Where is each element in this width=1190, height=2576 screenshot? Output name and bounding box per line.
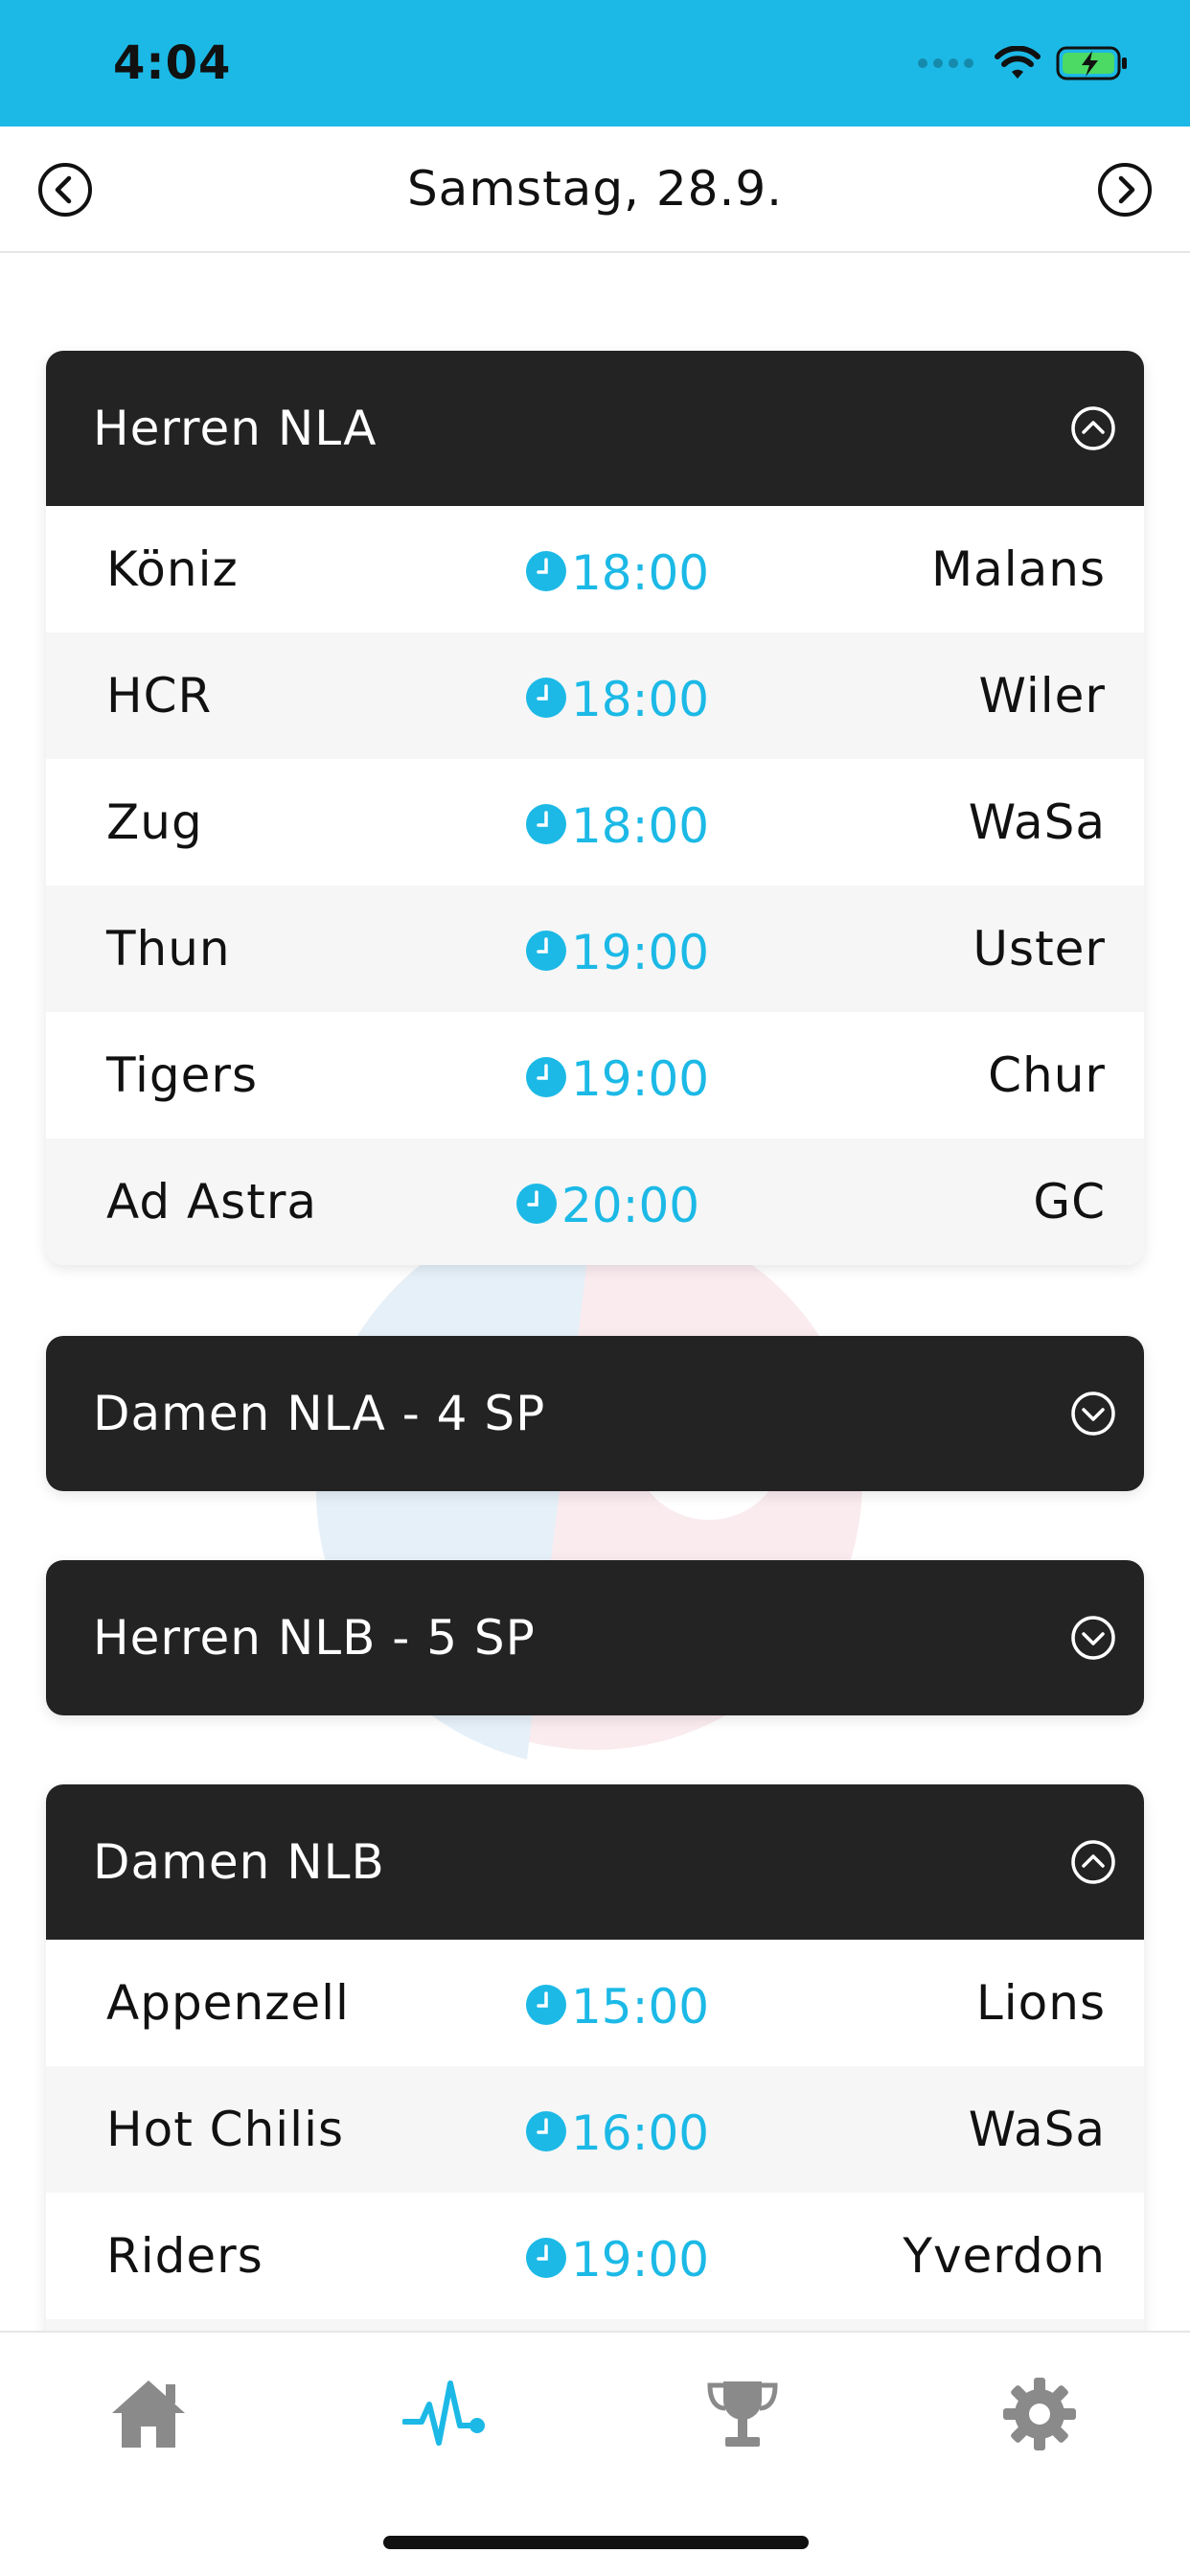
match-row[interactable]: Riders 19:00 Yverdon [46, 2193, 1144, 2319]
chevron-right-circle-icon [1098, 163, 1152, 217]
match-time: 19:00 [571, 925, 710, 980]
tab-settings[interactable] [996, 2371, 1083, 2457]
match-time: 18:00 [571, 672, 710, 727]
schedule-content[interactable]: Herren NLA Köniz 18:00 Malans HCR 18:00 [0, 255, 1190, 2331]
status-time: 4:04 [113, 36, 232, 90]
clock-icon [526, 551, 566, 591]
league-card: Herren NLB - 5 SP [46, 1560, 1144, 1715]
league-title: Herren NLA [93, 401, 378, 456]
chevron-up-circle-icon[interactable] [1069, 404, 1117, 452]
home-indicator [383, 2536, 809, 2549]
match-row[interactable]: HCR 18:00 Wiler [46, 632, 1144, 759]
match-list: Köniz 18:00 Malans HCR 18:00 Wiler Zug 1… [46, 506, 1144, 1265]
chevron-down-circle-icon[interactable] [1069, 1390, 1117, 1438]
pulse-icon [402, 2380, 485, 2446]
tab-trophy[interactable] [699, 2371, 786, 2457]
match-row[interactable]: Ad Astra 20:00 GC [46, 1138, 1144, 1265]
match-time-wrap: 15:00 [525, 1940, 709, 2066]
match-row[interactable]: Zug 18:00 WaSa [46, 759, 1144, 886]
clock-icon [526, 931, 566, 971]
match-time-wrap: 18:00 [525, 506, 709, 632]
match-time: 15:00 [571, 1979, 710, 2035]
league-header[interactable]: Herren NLB - 5 SP [46, 1560, 1144, 1715]
match-list: Appenzell 15:00 Lions Hot Chilis 16:00 W… [46, 1940, 1144, 2331]
battery-charging-icon [1056, 46, 1127, 80]
league-header[interactable]: Damen NLB [46, 1784, 1144, 1940]
home-icon [112, 2380, 185, 2448]
status-icons [918, 42, 1129, 84]
league-card: Damen NLA - 4 SP [46, 1336, 1144, 1491]
match-time-wrap: 19:00 [525, 886, 709, 1012]
league-card: Herren NLA Köniz 18:00 Malans HCR 18:00 [46, 351, 1144, 1265]
match-row[interactable]: Köniz 18:00 Malans [46, 506, 1144, 632]
clock-icon [526, 804, 566, 844]
match-time-wrap: 19:00 [525, 2193, 709, 2319]
chevron-down-circle-icon[interactable] [1069, 1614, 1117, 1662]
match-row[interactable]: Appenzell 15:00 Lions [46, 1940, 1144, 2066]
tab-home[interactable] [105, 2371, 192, 2457]
match-time: 20:00 [561, 1178, 700, 1233]
chevron-up-circle-icon[interactable] [1069, 1838, 1117, 1886]
tab-live[interactable] [402, 2371, 489, 2457]
match-time: 16:00 [571, 2105, 710, 2161]
match-time: 19:00 [571, 1051, 710, 1107]
clock-icon [526, 1985, 566, 2025]
league-title: Damen NLA - 4 SP [93, 1386, 546, 1441]
match-time-wrap: 19:00 [525, 1012, 709, 1138]
match-row[interactable]: Hot Chilis 16:00 WaSa [46, 2066, 1144, 2193]
wifi-icon [995, 46, 1041, 79]
league-header[interactable]: Herren NLA [46, 351, 1144, 506]
match-time-wrap: 20:00 [515, 1138, 699, 1265]
clock-icon [516, 1184, 557, 1224]
match-time-wrap: 18:00 [525, 632, 709, 759]
clock-icon [526, 1057, 566, 1097]
next-day-button[interactable] [1096, 161, 1154, 218]
match-row[interactable]: Tigers 19:00 Chur [46, 1012, 1144, 1138]
clock-icon [526, 2238, 566, 2278]
date-header: Samstag, 28.9. [0, 126, 1190, 253]
gear-icon [1003, 2378, 1076, 2450]
cellular-dots-icon [918, 58, 973, 68]
match-time: 18:00 [571, 798, 710, 854]
match-row[interactable] [46, 2319, 1144, 2331]
league-card: Damen NLB Appenzell 15:00 Lions Hot Chil… [46, 1784, 1144, 2331]
trophy-icon [707, 2381, 778, 2447]
status-bar: 4:04 [0, 0, 1190, 126]
match-time-wrap: 18:00 [525, 759, 709, 886]
match-time: 18:00 [571, 545, 710, 601]
match-time-wrap: 16:00 [525, 2066, 709, 2193]
league-header[interactable]: Damen NLA - 4 SP [46, 1336, 1144, 1491]
date-title: Samstag, 28.9. [406, 161, 784, 217]
clock-icon [526, 2111, 566, 2151]
clock-icon [526, 678, 566, 718]
match-time: 19:00 [571, 2232, 710, 2288]
league-title: Damen NLB [93, 1834, 385, 1890]
match-row[interactable]: Thun 19:00 Uster [46, 886, 1144, 1012]
league-title: Herren NLB - 5 SP [93, 1610, 536, 1666]
